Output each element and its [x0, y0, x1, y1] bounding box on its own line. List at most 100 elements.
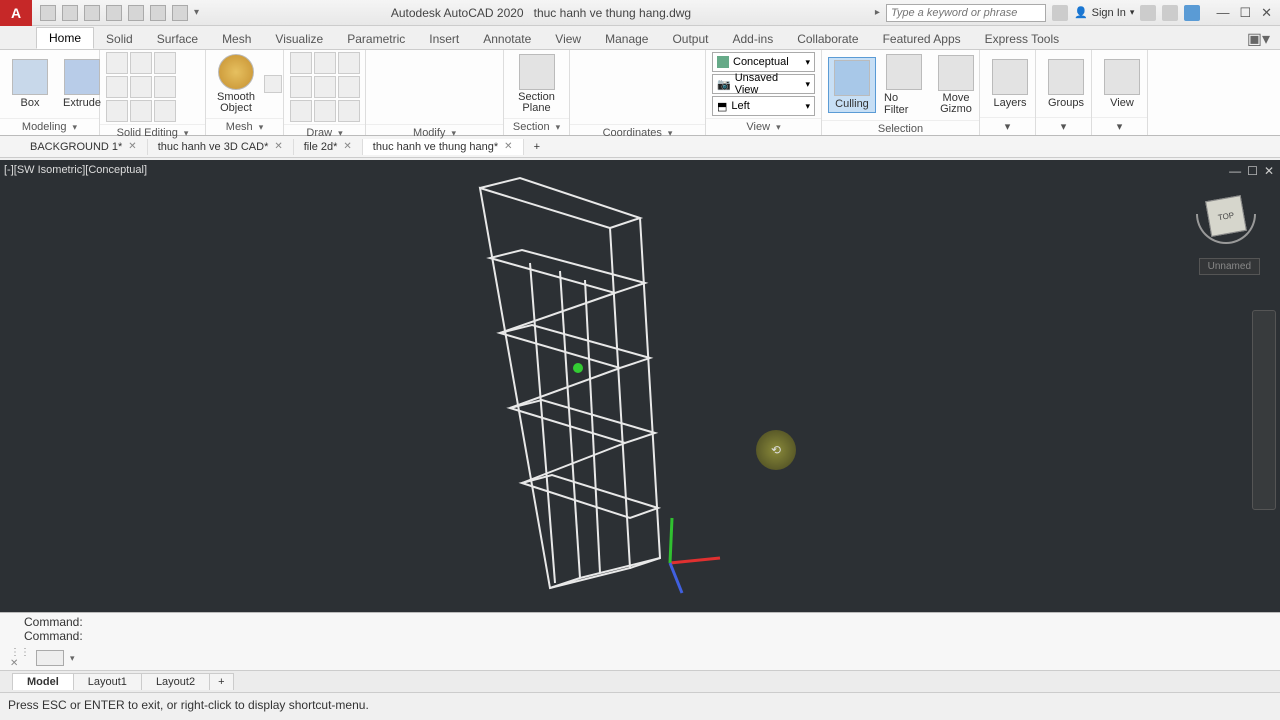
- tab-visualize[interactable]: Visualize: [263, 29, 335, 49]
- add-layout-button[interactable]: +: [209, 673, 233, 690]
- app-logo[interactable]: A: [0, 0, 32, 26]
- modify-icon[interactable]: [444, 52, 466, 74]
- modify-icon[interactable]: [372, 52, 394, 74]
- modify-icon[interactable]: [396, 100, 418, 122]
- se-icon[interactable]: [106, 100, 128, 122]
- move-gizmo-button[interactable]: Move Gizmo: [932, 53, 980, 117]
- close-tab-icon[interactable]: ✕: [343, 141, 351, 152]
- search-input[interactable]: [886, 4, 1046, 22]
- tab-mesh[interactable]: Mesh: [210, 29, 263, 49]
- layout2-tab[interactable]: Layout2: [141, 673, 210, 690]
- section-plane-button[interactable]: Section Plane: [510, 52, 563, 116]
- tab-solid[interactable]: Solid: [94, 29, 145, 49]
- coord-icon[interactable]: [672, 100, 694, 122]
- modify-icon[interactable]: [468, 100, 490, 122]
- search-arrow-icon[interactable]: ▸: [875, 7, 880, 18]
- ucs-dropdown[interactable]: ⬒Left▾: [712, 96, 815, 116]
- view-panel-button[interactable]: View: [1098, 57, 1146, 111]
- close-tab-icon[interactable]: ✕: [504, 141, 512, 152]
- qat-saveas-icon[interactable]: [106, 5, 122, 21]
- modify-icon[interactable]: [396, 52, 418, 74]
- panel-section-title[interactable]: Section: [504, 118, 569, 135]
- se-icon[interactable]: [154, 52, 176, 74]
- modify-icon[interactable]: [444, 76, 466, 98]
- coord-icon[interactable]: [672, 76, 694, 98]
- coord-icon[interactable]: [600, 100, 622, 122]
- autodesk-icon[interactable]: [1162, 5, 1178, 21]
- modify-icon[interactable]: [420, 52, 442, 74]
- draw-icon[interactable]: [338, 100, 360, 122]
- draw-icon[interactable]: [314, 100, 336, 122]
- tab-manage[interactable]: Manage: [593, 29, 660, 49]
- box-button[interactable]: Box: [6, 57, 54, 111]
- se-icon[interactable]: [106, 76, 128, 98]
- modify-icon[interactable]: [444, 100, 466, 122]
- se-icon[interactable]: [130, 76, 152, 98]
- cmd-handle-icon[interactable]: ⋮⋮✕: [10, 647, 30, 669]
- close-button[interactable]: ✕: [1261, 5, 1272, 21]
- qat-plot-icon[interactable]: [128, 5, 144, 21]
- se-icon[interactable]: [106, 52, 128, 74]
- coord-icon[interactable]: [672, 52, 694, 74]
- extrude-button[interactable]: Extrude: [58, 57, 106, 111]
- tab-parametric[interactable]: Parametric: [335, 29, 417, 49]
- tab-annotate[interactable]: Annotate: [471, 29, 543, 49]
- coord-icon[interactable]: [624, 52, 646, 74]
- no-filter-button[interactable]: No Filter: [880, 52, 928, 118]
- visual-style-dropdown[interactable]: Conceptual▾: [712, 52, 815, 72]
- coord-icon[interactable]: [648, 100, 670, 122]
- layout1-tab[interactable]: Layout1: [73, 673, 142, 690]
- modify-icon[interactable]: [372, 76, 394, 98]
- minimize-button[interactable]: —: [1216, 5, 1229, 21]
- modify-icon[interactable]: [372, 100, 394, 122]
- draw-icon[interactable]: [314, 52, 336, 74]
- file-tab[interactable]: file 2d*✕: [294, 139, 363, 155]
- coord-icon[interactable]: [600, 52, 622, 74]
- infocenter-icon[interactable]: [1052, 5, 1068, 21]
- modify-icon[interactable]: [420, 100, 442, 122]
- viewcube-compass[interactable]: [1196, 214, 1256, 244]
- draw-icon[interactable]: [290, 52, 312, 74]
- navigation-bar[interactable]: [1252, 310, 1276, 510]
- coord-icon[interactable]: [576, 52, 598, 74]
- draw-icon[interactable]: [314, 76, 336, 98]
- tab-output[interactable]: Output: [660, 29, 720, 49]
- coord-icon[interactable]: [624, 100, 646, 122]
- qat-more-icon[interactable]: ▾: [194, 7, 199, 18]
- close-tab-icon[interactable]: ✕: [128, 141, 136, 152]
- se-icon[interactable]: [154, 76, 176, 98]
- se-icon[interactable]: [130, 100, 152, 122]
- modify-icon[interactable]: [420, 76, 442, 98]
- model-tab[interactable]: Model: [12, 673, 74, 690]
- panel-view-expand[interactable]: ▾: [1092, 117, 1147, 135]
- coord-icon[interactable]: [576, 100, 598, 122]
- draw-icon[interactable]: [290, 76, 312, 98]
- modify-icon[interactable]: [468, 52, 490, 74]
- panel-coordinates-title[interactable]: Coordinates: [570, 124, 705, 141]
- viewport-label[interactable]: [-][SW Isometric][Conceptual]: [4, 164, 147, 176]
- panel-groups-expand[interactable]: ▾: [1036, 117, 1091, 135]
- new-tab-button[interactable]: +: [524, 139, 550, 155]
- layers-button[interactable]: Layers: [986, 57, 1034, 111]
- coord-icon[interactable]: [576, 76, 598, 98]
- signin-button[interactable]: 👤 Sign In▾: [1074, 6, 1134, 19]
- file-tab[interactable]: BACKGROUND 1*✕: [20, 139, 148, 155]
- groups-button[interactable]: Groups: [1042, 57, 1090, 111]
- tab-home[interactable]: Home: [36, 27, 94, 49]
- saved-view-dropdown[interactable]: 📷Unsaved View▾: [712, 74, 815, 94]
- panel-layers-expand[interactable]: ▾: [980, 117, 1035, 135]
- draw-icon[interactable]: [290, 100, 312, 122]
- panel-modeling-title[interactable]: Modeling: [0, 118, 99, 135]
- coord-icon[interactable]: [648, 52, 670, 74]
- tab-featured[interactable]: Featured Apps: [871, 29, 973, 49]
- panel-mesh-title[interactable]: Mesh: [206, 118, 283, 135]
- qat-undo-icon[interactable]: [150, 5, 166, 21]
- qat-new-icon[interactable]: [40, 5, 56, 21]
- tab-addins[interactable]: Add-ins: [721, 29, 786, 49]
- modify-icon[interactable]: [396, 76, 418, 98]
- file-tab[interactable]: thuc hanh ve 3D CAD*✕: [148, 139, 294, 155]
- coord-icon[interactable]: [648, 76, 670, 98]
- tab-collaborate[interactable]: Collaborate: [785, 29, 870, 49]
- se-icon[interactable]: [130, 52, 152, 74]
- tab-view[interactable]: View: [543, 29, 593, 49]
